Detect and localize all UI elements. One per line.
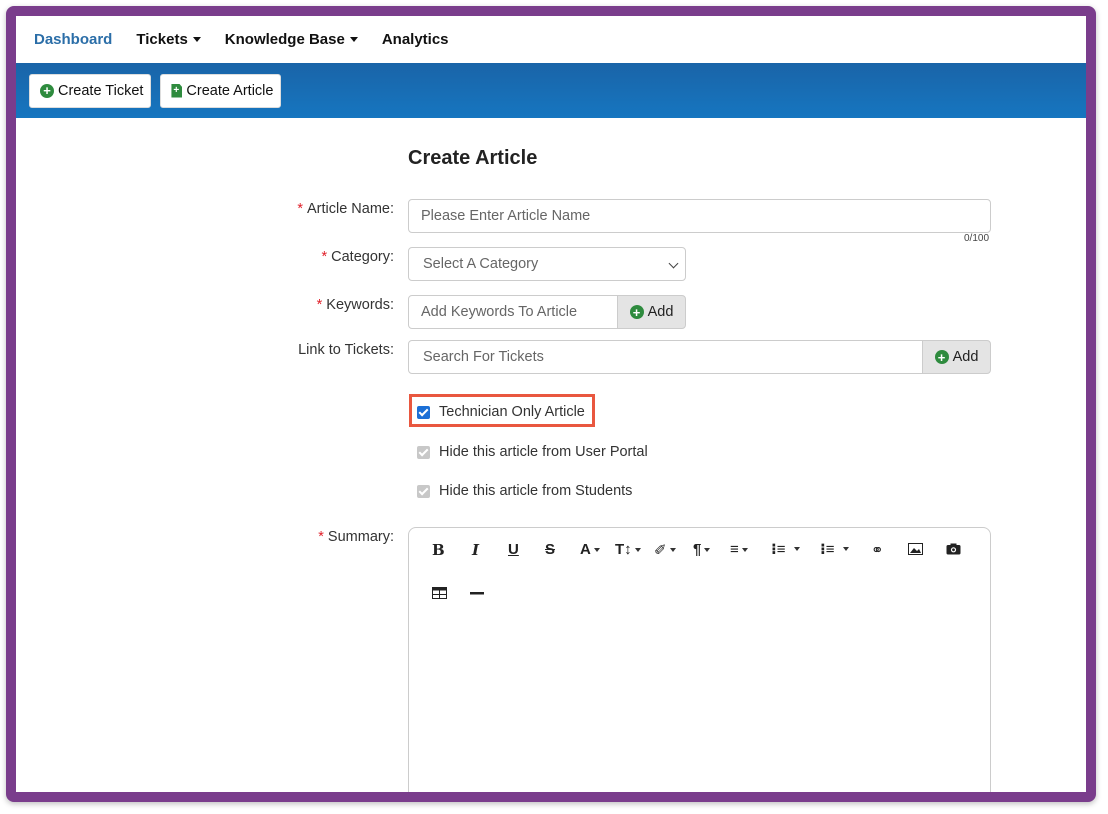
keywords-placeholder: Add Keywords To Article: [421, 304, 578, 320]
category-label: * Category:: [321, 249, 394, 265]
hide-user-portal-label: Hide this article from User Portal: [439, 444, 648, 460]
horizontal-rule-icon[interactable]: [470, 592, 484, 595]
add-keyword-label: Add: [647, 304, 674, 320]
hide-students-label: Hide this article from Students: [439, 483, 633, 499]
plus-circle-icon: +: [629, 305, 644, 319]
keywords-label: * Keywords:: [317, 297, 394, 313]
ticket-search-input[interactable]: Search For Tickets: [408, 340, 924, 374]
font-color-icon[interactable]: A: [580, 541, 600, 558]
summary-label-text: Summary:: [327, 529, 394, 545]
add-keyword-button[interactable]: + Add: [617, 295, 686, 329]
underline-icon[interactable]: U: [508, 541, 519, 558]
keywords-label-text: Keywords:: [326, 297, 394, 313]
category-selected-value: Select A Category: [423, 256, 539, 272]
required-marker: *: [318, 529, 324, 545]
align-icon[interactable]: ≡: [730, 541, 748, 558]
add-ticket-link-button[interactable]: + Add: [922, 340, 991, 374]
unordered-list-icon[interactable]: ⁝≡: [820, 540, 850, 558]
font-size-icon[interactable]: T↕: [615, 541, 641, 558]
hide-user-portal-checkbox-row: Hide this article from User Portal: [417, 444, 648, 460]
character-counter: 0/100: [964, 233, 990, 244]
required-marker: *: [297, 201, 303, 217]
link-tickets-label: Link to Tickets:: [298, 342, 394, 358]
strikethrough-icon[interactable]: S: [545, 541, 555, 558]
category-label-text: Category:: [331, 249, 394, 265]
ticket-search-placeholder: Search For Tickets: [423, 349, 544, 365]
category-select[interactable]: Select A Category: [408, 247, 686, 281]
camera-icon[interactable]: [946, 543, 961, 555]
article-name-label: * Article Name:: [297, 201, 394, 217]
link-icon[interactable]: ⚭: [871, 541, 884, 559]
checkbox-disabled: [417, 445, 430, 459]
page-title: Create Article: [408, 147, 538, 169]
window-frame: Dashboard Tickets Knowledge Base Analyti…: [6, 6, 1096, 802]
required-marker: *: [321, 249, 328, 265]
checkbox-disabled: [417, 484, 430, 498]
bold-icon[interactable]: B: [432, 541, 445, 559]
table-icon[interactable]: [432, 587, 447, 599]
keywords-input[interactable]: Add Keywords To Article: [408, 295, 618, 329]
add-ticket-link-label: Add: [952, 349, 979, 365]
article-name-placeholder: Please Enter Article Name: [421, 208, 591, 224]
magic-wand-icon[interactable]: ✐: [654, 541, 676, 559]
plus-circle-icon: +: [934, 350, 949, 364]
hide-students-checkbox-row: Hide this article from Students: [417, 483, 632, 499]
article-name-label-text: Article Name:: [306, 201, 394, 217]
summary-label: * Summary:: [318, 529, 394, 545]
image-icon[interactable]: [908, 543, 923, 555]
technician-only-label: Technician Only Article: [439, 404, 585, 420]
italic-icon[interactable]: I: [472, 541, 479, 559]
article-name-input[interactable]: Please Enter Article Name: [408, 199, 991, 233]
chevron-down-icon: [668, 258, 679, 269]
ordered-list-icon[interactable]: ⁝≡: [771, 540, 801, 558]
checkbox-checked[interactable]: [417, 405, 430, 419]
required-marker: *: [316, 297, 323, 313]
paragraph-icon[interactable]: ¶: [693, 541, 711, 558]
link-tickets-label-text: Link to Tickets:: [298, 342, 394, 358]
technician-only-checkbox-row[interactable]: Technician Only Article: [417, 404, 585, 420]
summary-editor[interactable]: B I U S A T↕ ✐ ¶ ≡ ⁝≡ ⁝≡ ⚭: [408, 527, 991, 792]
form-labels: * Article Name: * Category: * Keywords: Lin…: [16, 16, 394, 792]
